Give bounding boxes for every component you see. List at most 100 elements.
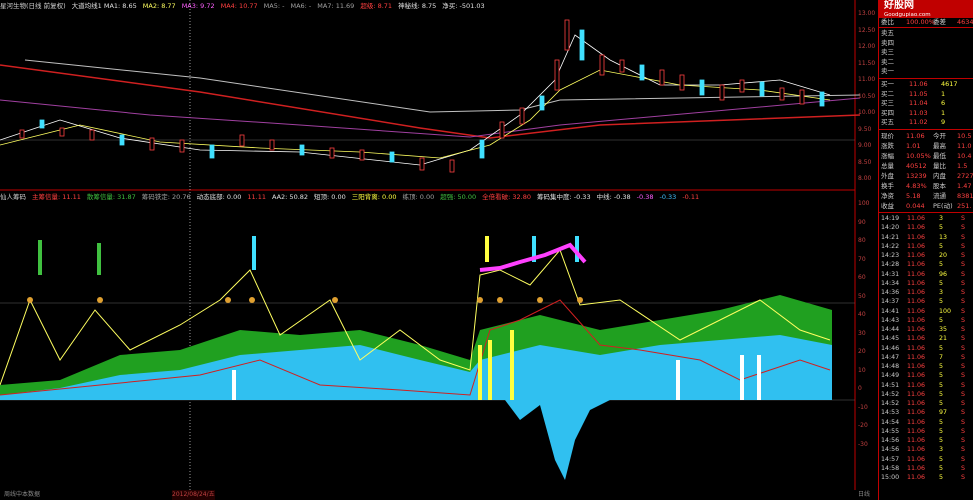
quote-key: 最低 [933,152,946,160]
candle [149,137,155,151]
candle [519,107,525,125]
kline-chart[interactable] [0,0,878,500]
quote-panel: 好股网 Goodgupiao.com 委比 100.00% 委差 4634 卖五… [878,0,973,500]
price-tick-label: 9.00 [858,142,872,149]
quote-value: 10.4 [957,152,972,160]
price-tick-label: 12.00 [858,43,876,50]
tick-price: 11.06 [907,400,926,407]
tick-price: 11.06 [907,437,926,444]
date-bar: 周线中本数据 2012/08/24/五 日线 [0,490,878,500]
tick-volume: 97 [939,409,948,417]
bid-price: 11.04 [909,99,928,108]
marker-dot [225,297,231,303]
bid-row: 买五 11.02 9 [881,118,973,127]
price-tick-label: 8.00 [858,175,872,182]
marker-dot [497,297,503,303]
marker-dot [97,297,103,303]
chart-area[interactable]: 星河生物(日线 前复权) 大道均线1 MA1: 8.65 MA2: 8.77 MA3:… [0,0,878,500]
tick-row: 14:52 11.06 5 S [881,390,973,399]
candle [579,29,585,61]
candle [819,91,825,107]
price-axis: 13.00 12.50 12.00 11.50 11.00 10.50 10.00 9.50 9… [856,0,878,190]
marker-dot [577,297,583,303]
candle [299,144,305,156]
tick-time: 14:36 [881,289,900,296]
tick-volume: 5 [939,455,944,463]
candle [89,129,95,141]
indicator-value: 全倍看破: 32.80 [482,193,531,201]
tick-volume: 5 [939,344,944,352]
period-tab[interactable]: 日线 [858,490,870,500]
tick-price: 11.06 [907,427,926,435]
tick-side: S [961,372,965,380]
candle [719,84,725,101]
sub-tick-label: 60 [858,274,866,281]
tick-volume: 3 [939,215,944,222]
tick-row: 15:00 11.06 5 S [881,473,973,482]
candle [564,19,570,51]
bid-price: 11.02 [909,118,928,127]
tick-side: S [961,353,965,361]
tick-volume: 5 [939,279,944,287]
tick-row: 14:21 11.06 13 S [881,233,973,242]
tick-side: S [961,390,965,398]
signal-bar [478,345,482,400]
tick-price: 11.06 [907,363,926,370]
tick-row: 14:31 11.06 96 S [881,270,973,279]
quote-value: 251. [957,202,972,210]
ma-red-line [0,64,861,139]
bid-label: 买四 [881,108,894,117]
quote-row: 涨幅 10.05% 最低 10.4 [881,151,973,161]
ask-row: 卖二 [881,58,973,67]
signal-bar [252,236,256,270]
tick-side: S [961,242,965,250]
tick-time: 14:31 [881,270,900,278]
tick-row: 14:54 11.06 5 S [881,418,973,427]
price-tick-label: 10.00 [858,109,876,116]
tick-volume: 7 [939,353,944,361]
tick-time: 14:49 [881,372,900,380]
sub-tick-label: 90 [858,218,866,226]
tick-side: S [961,418,965,426]
tick-row: 14:57 11.06 5 S [881,455,973,464]
bid-row: 买四 11.03 1 [881,109,973,118]
quote-value: 4.83% [906,182,927,190]
tick-time: 14:48 [881,363,900,370]
tick-side: S [961,261,965,269]
bid-label: 买一 [881,80,894,88]
quote-value: 13239 [906,172,927,180]
ask-label: 卖五 [881,29,894,37]
marker-dot [537,297,543,303]
tick-volume: 100 [939,307,952,315]
quote-value: 10.5 [957,132,972,140]
quote-value: 11.0 [957,142,972,150]
tick-price: 11.06 [907,233,926,241]
tick-time: 14:21 [881,233,900,241]
sub-tick-label: 70 [858,255,866,263]
ma-purple-line [0,97,861,138]
ask-row: 卖五 [881,29,973,38]
tick-time: 14:20 [881,224,900,232]
quote-key: 收益 [881,202,894,210]
tick-time: 14:19 [881,215,900,222]
tick-price: 11.06 [907,316,926,324]
tick-time: 14:52 [881,390,900,398]
sub-tick-label: 80 [858,237,866,244]
ask-label: 卖二 [881,57,894,66]
quote-row: 净资 5.18 流通 8381 [881,191,973,201]
ratio-label: 委比 [881,18,894,26]
signal-bar [676,360,680,400]
quote-value: 1.5 [957,162,968,170]
tick-row: 14:58 11.06 5 S [881,464,973,473]
tick-time: 14:28 [881,261,900,269]
sub-tick-label: 10 [858,366,866,374]
ask-row: 卖四 [881,39,973,48]
tick-price: 11.06 [907,344,926,352]
tick-row: 14:20 11.06 5 S [881,223,973,232]
tick-price: 11.06 [907,335,926,343]
tick-side: S [961,252,965,259]
bid-volume: 9 [941,118,946,127]
divider [879,27,973,28]
period-label: 周线中本数据 [4,491,41,498]
bid-label: 买三 [881,99,894,108]
